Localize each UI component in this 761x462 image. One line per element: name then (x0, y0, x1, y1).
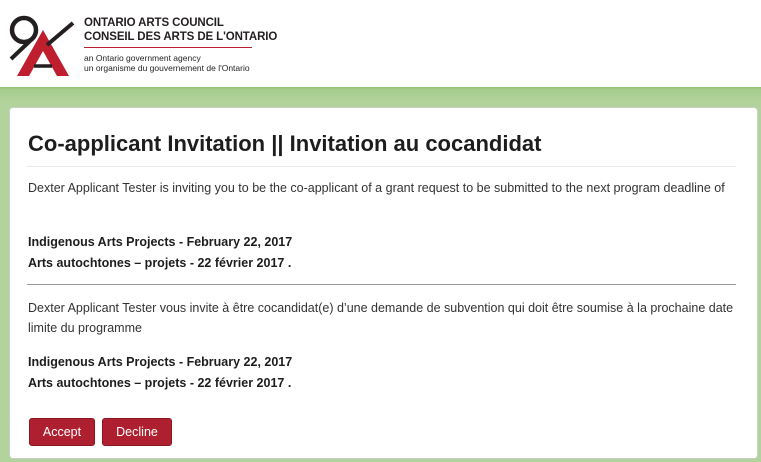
title-divider (27, 166, 736, 167)
oac-logo-icon[interactable] (7, 13, 79, 77)
agency-tagline-en: an Ontario government agency (84, 53, 201, 63)
language-divider (27, 284, 736, 285)
invitation-message-en: Dexter Applicant Tester is inviting you … (28, 181, 725, 195)
program-name-fr: Arts autochtones – projets - 22 février … (28, 256, 292, 270)
org-name-en: ONTARIO ARTS COUNCIL (84, 17, 224, 29)
invitation-panel: Co-applicant Invitation || Invitation au… (9, 107, 758, 459)
program-name-en: Indigenous Arts Projects - February 22, … (28, 355, 293, 369)
site-header: ONTARIO ARTS COUNCIL CONSEIL DES ARTS DE… (0, 0, 761, 87)
agency-tagline-fr: un organisme du gouvernement de l'Ontari… (84, 63, 250, 73)
page-title: Co-applicant Invitation || Invitation au… (28, 131, 542, 156)
accept-button[interactable]: Accept (29, 418, 95, 446)
invitation-message-fr: Dexter Applicant Tester vous invite à êt… (28, 301, 734, 335)
program-name-en: Indigenous Arts Projects - February 22, … (28, 235, 293, 249)
org-name-fr: CONSEIL DES ARTS DE L'ONTARIO (84, 31, 278, 43)
program-name-fr: Arts autochtones – projets - 22 février … (28, 376, 292, 390)
decline-button[interactable]: Decline (102, 418, 172, 446)
logo-divider (84, 47, 252, 48)
